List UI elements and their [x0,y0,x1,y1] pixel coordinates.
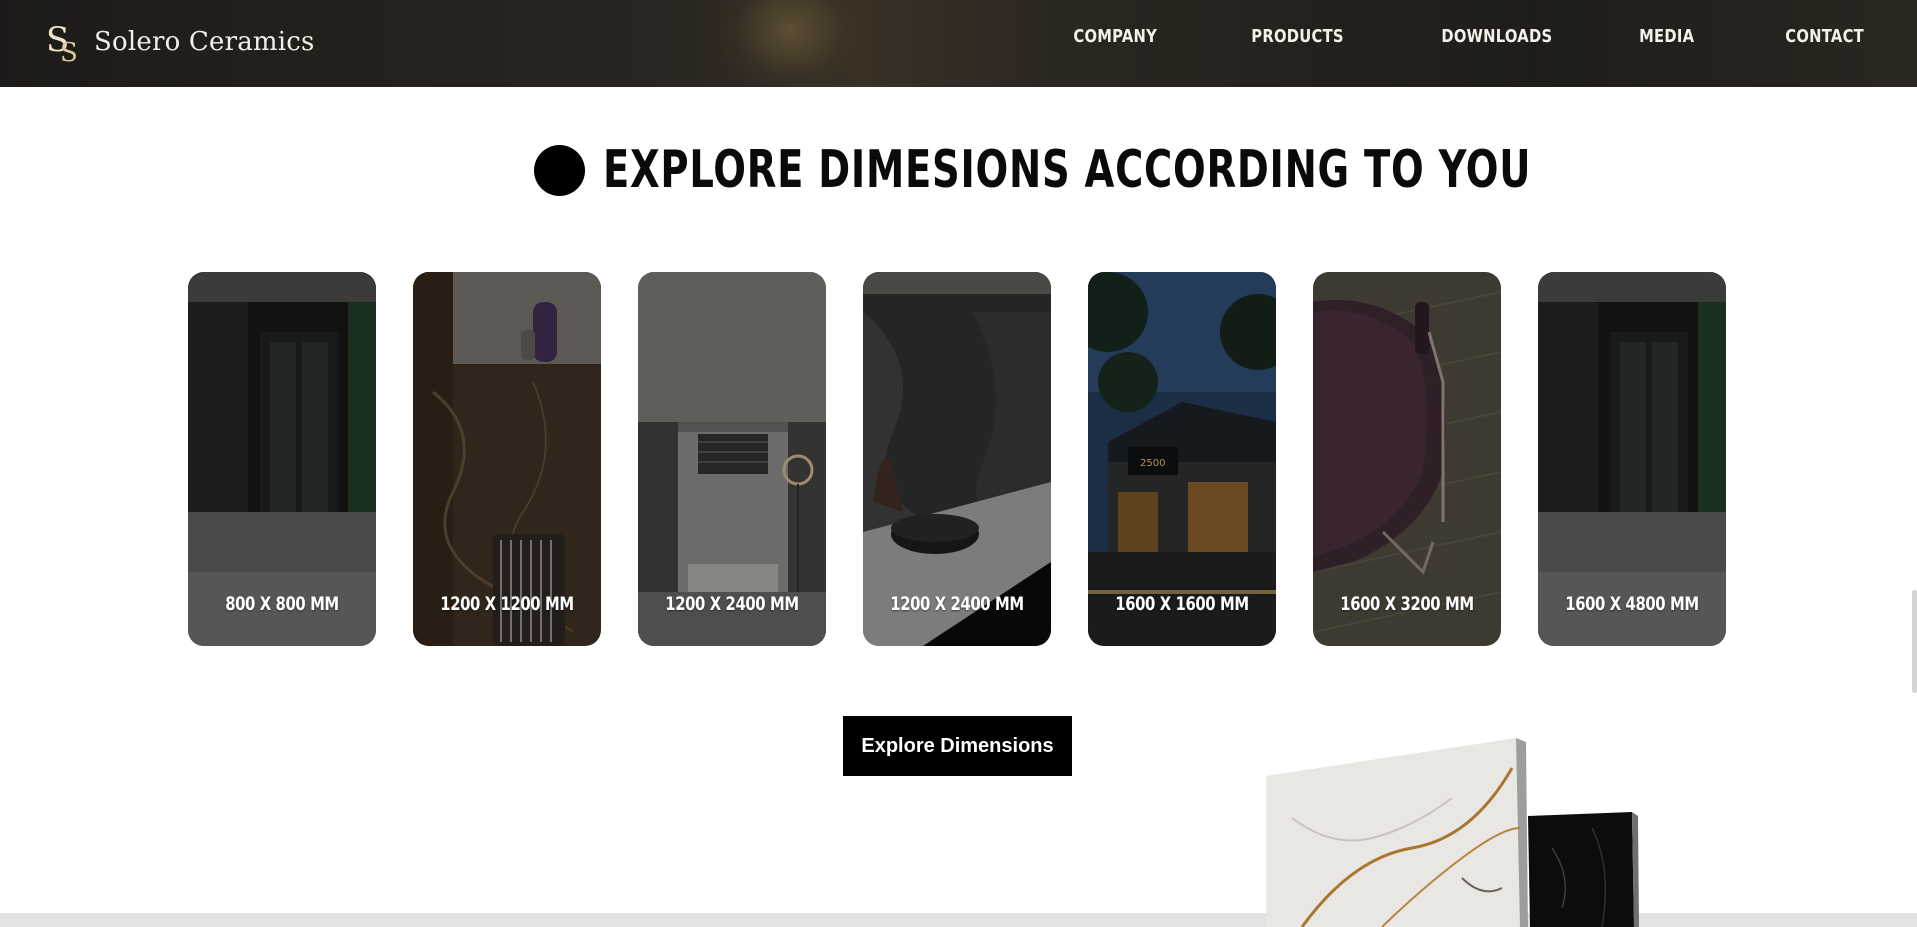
card-label: 1600 X 1600 MM [1115,593,1249,615]
dimension-card-1200x1200[interactable]: 1200 X 1200 MM [413,272,601,646]
page-scrollbar[interactable] [1912,590,1917,693]
main-navigation: COMPANY PRODUCTS DOWNLOADS MEDIA CONTACT [981,26,1864,47]
brand-name: Solero Ceramics [94,27,315,57]
card-image-night-restaurant: 2500 [1088,272,1276,646]
svg-text:S: S [60,38,78,65]
monogram-logo-icon: S S [46,20,78,65]
section-heading: EXPLORE DIMESIONS ACCORDING TO YOU [0,140,1917,200]
card-image-dark-doorway [188,272,376,646]
card-image-dark-doorway [1538,272,1726,646]
nav-item-media[interactable]: MEDIA [1639,26,1694,47]
dimension-card-1600x1600[interactable]: 2500 1600 X 1600 MM [1088,272,1276,646]
card-image-grey-bathroom [638,272,826,646]
dimension-card-1600x3200[interactable]: 1600 X 3200 MM [1313,272,1501,646]
card-label: 1600 X 3200 MM [1340,593,1474,615]
brand-logo[interactable]: S S Solero Ceramics [44,18,315,66]
nav-item-contact[interactable]: CONTACT [1785,26,1864,47]
card-image-brown-marble [413,272,601,646]
card-label: 1200 X 2400 MM [665,593,799,615]
section-title: EXPLORE DIMESIONS ACCORDING TO YOU [603,140,1532,200]
card-label: 1200 X 2400 MM [890,593,1024,615]
site-header: S S Solero Ceramics COMPANY PRODUCTS DOW… [0,0,1917,87]
dimension-card-800x800[interactable]: 800 X 800 MM [188,272,376,646]
dimension-cards: 800 X 800 MM 1200 X 1200 MM 1200 X 2400 … [188,272,1726,646]
explore-dimensions-button[interactable]: Explore Dimensions [843,716,1072,776]
card-label: 1200 X 1200 MM [440,593,574,615]
card-label: 800 X 800 MM [225,593,339,615]
nav-item-company[interactable]: COMPANY [1073,26,1157,47]
filled-circle-icon [534,144,585,196]
dimension-card-1200x2400-a[interactable]: 1200 X 2400 MM [638,272,826,646]
dimension-card-1200x2400-b[interactable]: 1200 X 2400 MM [863,272,1051,646]
header-background-glow [720,0,860,87]
dimension-card-1600x4800[interactable]: 1600 X 4800 MM [1538,272,1726,646]
nav-item-products[interactable]: PRODUCTS [1251,26,1343,47]
marble-tiles-image [1266,738,1639,927]
card-image-dark-countertop [863,272,1051,646]
nav-item-downloads[interactable]: DOWNLOADS [1442,26,1553,47]
card-label: 1600 X 4800 MM [1565,593,1699,615]
card-image-purple-chair [1313,272,1501,646]
